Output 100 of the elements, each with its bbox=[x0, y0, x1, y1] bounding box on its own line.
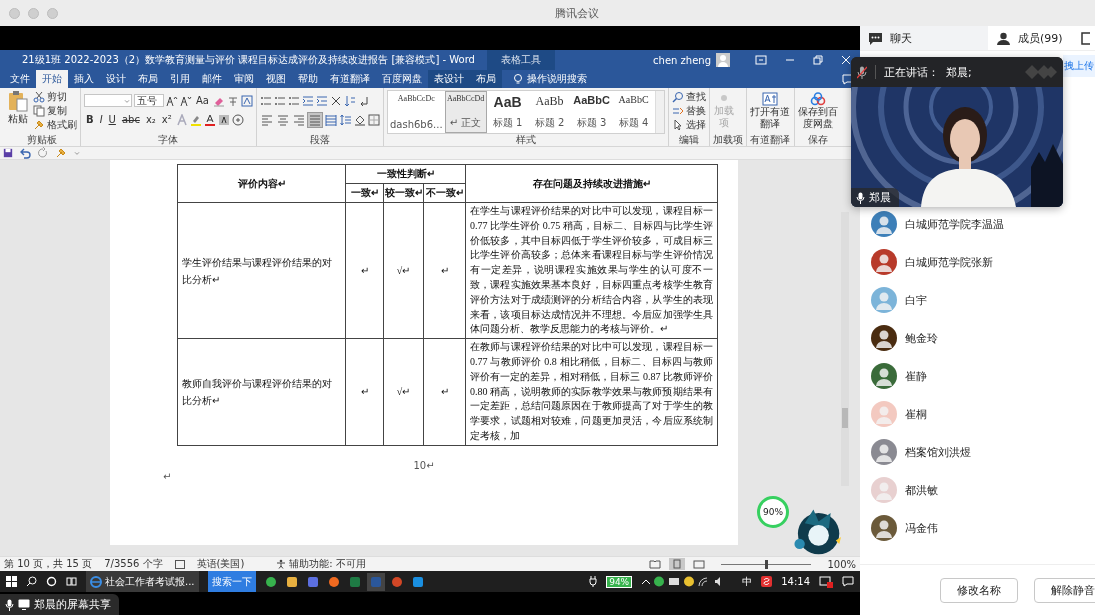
zoom-level[interactable]: 100% bbox=[827, 558, 856, 570]
close-dot[interactable] bbox=[9, 7, 20, 19]
clipboard-action[interactable]: 剪切 bbox=[47, 90, 67, 103]
taskbar-window[interactable]: 社会工作者考试报... bbox=[86, 571, 199, 592]
numbering-icon[interactable] bbox=[273, 94, 286, 107]
font-name-field[interactable] bbox=[84, 94, 132, 107]
panel-tab[interactable]: 聊天 bbox=[860, 26, 988, 50]
clipboard-action[interactable]: 格式刷 bbox=[47, 118, 77, 131]
task-view-icon[interactable] bbox=[66, 576, 77, 587]
ribbon-tab[interactable]: 视图 bbox=[260, 70, 292, 88]
minimize-dot[interactable] bbox=[28, 7, 39, 19]
format-button[interactable]: U bbox=[106, 114, 118, 125]
panel-icon[interactable] bbox=[1081, 31, 1091, 45]
font-size-field[interactable]: 五号 bbox=[134, 94, 164, 107]
undo-icon[interactable] bbox=[19, 147, 31, 159]
taskbar-app-icon[interactable] bbox=[264, 575, 277, 588]
text-effect-icon[interactable] bbox=[175, 113, 188, 126]
character-shading-icon[interactable] bbox=[217, 113, 230, 126]
format-button[interactable]: I bbox=[97, 114, 105, 125]
highlighter-icon[interactable] bbox=[189, 113, 202, 126]
translate-button[interactable]: 打开有道翻译 bbox=[749, 90, 791, 130]
member-item[interactable]: 白宇 bbox=[860, 281, 1095, 319]
style-item[interactable]: AaBbCcDd ↵ 正文 bbox=[444, 91, 487, 133]
taskbar-app-icon[interactable] bbox=[306, 575, 319, 588]
format-button[interactable]: B bbox=[84, 114, 96, 125]
ribbon-tab[interactable]: 文件 bbox=[4, 70, 36, 88]
redo-icon[interactable] bbox=[37, 147, 49, 159]
member-item[interactable]: 崔桐 bbox=[860, 395, 1095, 433]
justify-button[interactable] bbox=[307, 112, 322, 127]
copy-icon[interactable] bbox=[33, 104, 45, 117]
member-item[interactable]: 白城师范学院张新 bbox=[860, 243, 1095, 281]
save-icon[interactable] bbox=[3, 147, 13, 159]
tell-me-search[interactable]: 操作说明搜索 bbox=[527, 72, 587, 86]
scrollbar[interactable] bbox=[841, 212, 849, 486]
taskbar-app-icon[interactable] bbox=[411, 575, 424, 588]
ribbon-tab[interactable]: 表设计 bbox=[428, 70, 470, 88]
ribbon-tab[interactable]: 百度网盘 bbox=[376, 70, 428, 88]
ribbon-display-icon[interactable] bbox=[755, 55, 767, 65]
editing-action[interactable]: 查找 bbox=[685, 90, 706, 103]
read-mode-icon[interactable] bbox=[649, 559, 662, 569]
restore-icon[interactable] bbox=[813, 55, 823, 65]
ribbon-tab[interactable]: 布局 bbox=[132, 70, 164, 88]
language[interactable]: 英语(美国) bbox=[196, 557, 245, 571]
plug-icon[interactable] bbox=[589, 576, 598, 587]
scissors-icon[interactable] bbox=[33, 90, 45, 103]
bullets-icon[interactable] bbox=[259, 94, 272, 107]
cortana-icon[interactable] bbox=[46, 576, 57, 587]
style-item[interactable]: AaBbCcDc dash6b6... bbox=[387, 91, 445, 133]
paste-button[interactable]: 粘贴 bbox=[7, 90, 29, 126]
change-case-button[interactable]: Aa bbox=[194, 95, 211, 106]
member-item[interactable]: 鲍金玲 bbox=[860, 319, 1095, 357]
clipboard-action[interactable]: 复制 bbox=[47, 104, 67, 117]
search-icon[interactable] bbox=[26, 576, 37, 587]
distribute-button[interactable] bbox=[323, 112, 338, 127]
word-count[interactable]: 7/3556 个字 bbox=[104, 557, 163, 571]
action-center-icon[interactable] bbox=[842, 576, 854, 587]
ribbon-tab[interactable]: 设计 bbox=[100, 70, 132, 88]
input-method[interactable]: 中 bbox=[742, 574, 753, 589]
style-item[interactable]: AaBbC 标题 3 bbox=[570, 91, 613, 133]
format-button[interactable]: x² bbox=[159, 114, 174, 125]
shrink-font-icon[interactable] bbox=[180, 94, 192, 107]
accessibility-status[interactable]: 辅助功能: 不可用 bbox=[289, 557, 366, 571]
enclose-character-icon[interactable] bbox=[231, 113, 244, 126]
zoom-dot[interactable] bbox=[47, 7, 58, 19]
font-color-icon[interactable] bbox=[203, 113, 216, 126]
sogou-icon[interactable] bbox=[761, 576, 773, 587]
lightbulb-icon[interactable] bbox=[512, 73, 524, 85]
ribbon-tab[interactable]: 邮件 bbox=[196, 70, 228, 88]
grow-font-icon[interactable] bbox=[166, 94, 178, 107]
format-button[interactable]: abc bbox=[119, 114, 142, 125]
style-item[interactable]: AaB 标题 1 bbox=[486, 91, 529, 133]
panel-button[interactable]: 解除静音 bbox=[1034, 577, 1095, 603]
panel-button[interactable]: 修改名称 bbox=[940, 577, 1018, 603]
ribbon-tab[interactable]: 布局 bbox=[470, 70, 502, 88]
save-to-cloud-button[interactable]: 保存到百度网盘 bbox=[797, 90, 839, 130]
ribbon-tab[interactable]: 引用 bbox=[164, 70, 196, 88]
character-border-icon[interactable] bbox=[240, 94, 253, 107]
paint-bucket-icon[interactable] bbox=[353, 113, 366, 126]
ribbon-tab[interactable]: 有道翻译 bbox=[324, 70, 376, 88]
format-painter-icon[interactable] bbox=[33, 118, 45, 131]
phonetic-guide-icon[interactable] bbox=[226, 94, 239, 107]
search-button[interactable]: 搜索一下 bbox=[207, 571, 256, 592]
ribbon-tab[interactable]: 审阅 bbox=[228, 70, 260, 88]
format-painter-icon[interactable] bbox=[55, 147, 67, 159]
web-layout-icon[interactable] bbox=[693, 559, 706, 569]
print-layout-icon[interactable] bbox=[669, 558, 686, 570]
proofing-icon[interactable] bbox=[174, 559, 185, 569]
align-left-button[interactable] bbox=[259, 112, 274, 127]
taskbar-app-icon[interactable] bbox=[390, 575, 403, 588]
align-center-button[interactable] bbox=[275, 112, 290, 127]
close-icon[interactable] bbox=[841, 55, 851, 65]
microphone-muted-icon[interactable] bbox=[857, 65, 867, 79]
line-spacing-icon[interactable] bbox=[339, 113, 352, 126]
clock[interactable]: 14:14 bbox=[781, 576, 810, 587]
taskbar-app-icon[interactable] bbox=[285, 575, 298, 588]
ribbon-tab[interactable]: 插入 bbox=[68, 70, 100, 88]
user-name[interactable]: chen zheng bbox=[653, 54, 711, 66]
editing-action[interactable]: 替换 bbox=[685, 104, 706, 117]
align-right-button[interactable] bbox=[291, 112, 306, 127]
cursor-icon[interactable] bbox=[671, 118, 684, 131]
